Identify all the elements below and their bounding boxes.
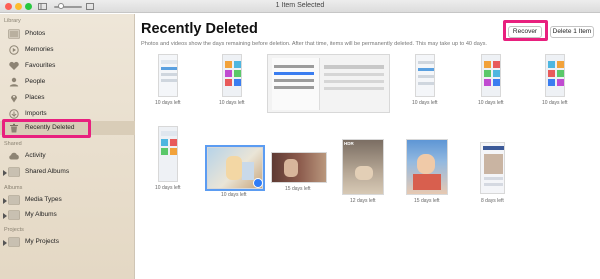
sidebar-item-label: Media Types [25,196,62,203]
people-icon [9,77,19,87]
selected-checkmark-icon [253,178,263,188]
photo-thumbnail[interactable] [545,54,565,97]
photo-thumbnail[interactable] [158,126,178,182]
delete-item-button[interactable]: Delete 1 Item [550,26,594,38]
trash-icon [10,123,18,133]
section-albums-label: Albums [4,185,23,191]
sidebar-item-label: My Projects [25,238,59,245]
photo-thumbnail[interactable] [415,54,435,97]
days-left-caption: 10 days left [155,185,181,191]
sidebar: Library Photos Memories Favourites Peopl… [0,14,135,279]
sidebar-item-label: People [25,78,46,85]
disclosure-triangle-icon[interactable] [3,213,7,219]
days-left-caption: 10 days left [412,100,438,106]
days-left-caption: 10 days left [478,100,504,106]
imports-icon [9,109,19,119]
days-left-caption: 15 days left [414,198,440,204]
photo-thumbnail[interactable] [267,54,390,113]
sidebar-item-media-types[interactable]: Media Types [0,193,135,207]
section-library-label: Library [4,18,21,24]
sidebar-item-places[interactable]: Places [0,91,135,105]
sidebar-item-imports[interactable]: Imports [0,107,135,121]
days-left-caption: 10 days left [155,100,181,106]
sidebar-item-my-projects[interactable]: My Projects [0,235,135,249]
days-left-caption: 12 days left [350,198,376,204]
page-description: Photos and videos show the days remainin… [141,41,487,47]
recover-button[interactable]: Recover [508,26,542,38]
sidebar-item-label: Activity [25,152,46,159]
sidebar-item-my-albums[interactable]: My Albums [0,208,135,222]
cloud-icon [9,152,19,160]
photo-thumbnail[interactable] [480,142,505,194]
photo-thumbnail[interactable] [222,54,242,97]
hdr-badge: HDR [344,141,354,146]
days-left-caption: 10 days left [221,192,247,198]
album-icon [8,195,20,205]
photos-icon [8,29,20,39]
photo-thumbnail[interactable] [158,54,178,97]
sidebar-item-photos[interactable]: Photos [0,27,135,41]
days-left-caption: 15 days left [285,186,311,192]
disclosure-triangle-icon[interactable] [3,240,7,246]
days-left-caption: 10 days left [542,100,568,106]
page-title: Recently Deleted [141,21,258,37]
main-content: Recently Deleted Photos and videos show … [136,14,600,279]
sidebar-item-label: Photos [25,30,46,37]
sidebar-item-label: Shared Albums [25,168,70,175]
heart-icon [9,61,19,70]
window-title: 1 Item Selected [275,2,325,9]
sidebar-item-shared-albums[interactable]: Shared Albums [0,165,135,179]
section-shared-label: Shared [4,141,22,147]
days-left-caption: 8 days left [481,198,504,204]
sidebar-item-activity[interactable]: Activity [0,149,135,163]
disclosure-triangle-icon[interactable] [3,170,7,176]
sidebar-item-label: Imports [25,110,47,117]
title-bar: 1 Item Selected [0,0,600,13]
sidebar-item-label: Places [25,94,45,101]
album-icon [8,167,20,177]
photo-thumbnail[interactable] [271,152,327,183]
album-icon [8,210,20,220]
album-icon [8,237,20,247]
photo-thumbnail[interactable] [481,54,501,97]
places-icon [11,95,17,103]
section-projects-label: Projects [4,227,24,233]
sidebar-item-label: Recently Deleted [25,124,75,131]
sidebar-item-label: Favourites [25,62,56,69]
days-left-caption: 10 days left [219,100,245,106]
photo-thumbnail[interactable] [406,139,448,195]
disclosure-triangle-icon[interactable] [3,198,7,204]
memories-icon [9,45,19,55]
sidebar-item-favourites[interactable]: Favourites [0,59,135,73]
sidebar-item-label: Memories [25,46,54,53]
photo-thumbnail[interactable]: HDR [342,139,384,195]
sidebar-item-people[interactable]: People [0,75,135,89]
sidebar-item-label: My Albums [25,211,57,218]
sidebar-item-recently-deleted[interactable]: Recently Deleted [0,121,135,135]
sidebar-item-memories[interactable]: Memories [0,43,135,57]
